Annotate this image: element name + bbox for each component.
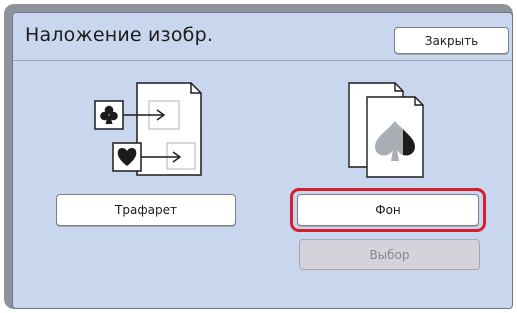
screen-frame: Наложение изобр. Закрыть Трафарет Фон Вы…: [4, 4, 513, 309]
overlay-background-icon: [348, 82, 424, 178]
background-button[interactable]: Фон: [297, 194, 479, 226]
overlay-stencil-icon: [94, 82, 202, 176]
dialog-header: Наложение изобр. Закрыть: [13, 13, 512, 61]
stencil-button[interactable]: Трафарет: [56, 194, 236, 226]
overlay-dialog: Наложение изобр. Закрыть Трафарет Фон Вы…: [12, 12, 513, 309]
close-button[interactable]: Закрыть: [394, 27, 509, 54]
page-title: Наложение изобр.: [25, 24, 214, 46]
select-button[interactable]: Выбор: [299, 239, 480, 270]
